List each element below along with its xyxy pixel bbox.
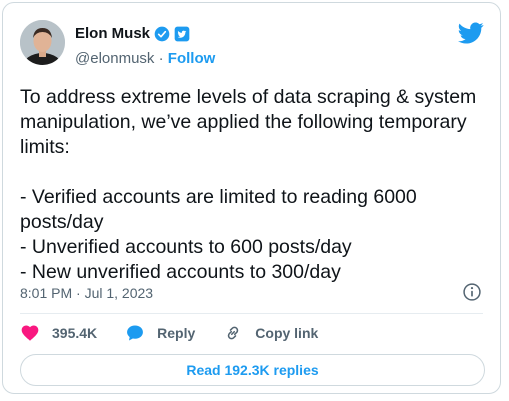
handle-separator: ·	[154, 50, 168, 67]
tweet-timestamp[interactable]: 8:01 PM · Jul 1, 2023	[20, 285, 153, 301]
copy-link-label: Copy link	[255, 325, 319, 341]
divider	[20, 313, 483, 314]
read-replies-label: Read 192.3K replies	[186, 362, 319, 378]
avatar[interactable]	[20, 20, 65, 65]
tweet-actions: 395.4K Reply Copy link	[20, 323, 346, 343]
info-icon[interactable]	[462, 282, 482, 302]
reply-bubble-icon	[127, 325, 144, 341]
author-handle-row: @elonmusk · Follow	[75, 50, 215, 67]
follow-button[interactable]: Follow	[168, 50, 216, 67]
verified-badge-icon	[154, 26, 170, 41]
tweet-text: To address extreme levels of data scrapi…	[20, 86, 477, 283]
reply-button[interactable]: Reply	[125, 323, 195, 343]
link-icon	[228, 326, 239, 340]
copy-link-button[interactable]: Copy link	[223, 323, 318, 343]
author-name[interactable]: Elon Musk	[75, 25, 150, 42]
reply-label: Reply	[157, 325, 196, 341]
read-replies-button[interactable]: Read 192.3K replies	[20, 354, 485, 386]
twitter-bird-icon[interactable]	[458, 20, 484, 46]
like-count: 395.4K	[52, 325, 98, 341]
heart-icon	[21, 325, 39, 341]
affiliate-badge-icon	[174, 26, 190, 41]
author-name-row: Elon Musk	[75, 25, 190, 42]
tweet-card: Elon Musk @elonmusk · Follow To address …	[2, 2, 501, 394]
author-handle[interactable]: @elonmusk	[75, 50, 154, 67]
like-button[interactable]: 395.4K	[20, 323, 97, 343]
